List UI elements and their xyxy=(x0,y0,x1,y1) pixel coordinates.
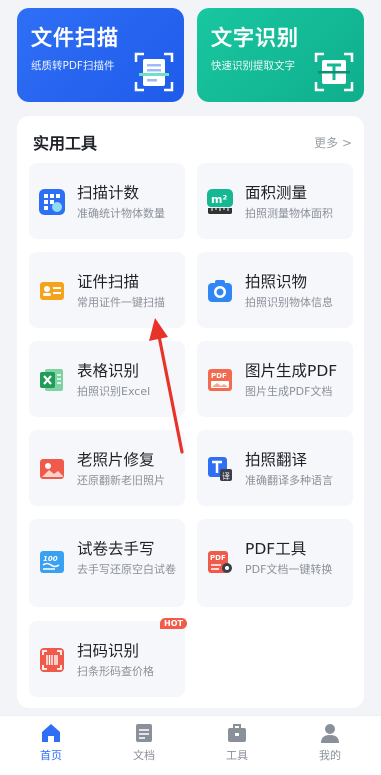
file-scan-title: 文件扫描 xyxy=(31,26,119,50)
tool-name: 扫描计数 xyxy=(77,184,140,202)
svg-text:PDF: PDF xyxy=(210,554,226,562)
text-recognition-card[interactable]: 文字识别 快速识别提取文字 xyxy=(197,8,364,102)
svg-text:100: 100 xyxy=(43,555,58,563)
tool-name: 图片生成PDF xyxy=(245,362,338,380)
nav-documents[interactable]: 文档 xyxy=(114,722,174,763)
nav-profile[interactable]: 我的 xyxy=(300,722,360,763)
nav-label: 我的 xyxy=(319,749,341,762)
tool-desc: 去手写还原空白试卷 xyxy=(77,563,176,576)
tool-name: 扫码识别 xyxy=(77,642,140,660)
tool-scan-count[interactable]: 扫描计数 准确统计物体数量 xyxy=(29,163,185,239)
text-recognition-subtitle: 快速识别提取文字 xyxy=(211,60,295,72)
camera-icon xyxy=(208,280,232,302)
tool-desc: 准确统计物体数量 xyxy=(77,207,165,220)
area-ruler-icon: m² xyxy=(207,189,233,214)
barcode-icon xyxy=(40,648,64,672)
tool-name: 面积测量 xyxy=(245,184,308,202)
tool-area-measure[interactable]: m² 面积测量 拍照测量物体面积 xyxy=(197,163,353,239)
more-tools-link[interactable]: 更多 > xyxy=(314,134,352,151)
tool-desc: PDF文档一键转换 xyxy=(245,563,333,576)
tool-name: 拍照识物 xyxy=(245,273,308,291)
tool-exam-remove-handwriting[interactable]: 100 试卷去手写 去手写还原空白试卷 xyxy=(29,519,185,607)
hot-badge: HOT xyxy=(160,618,187,629)
tool-desc: 拍照识别Excel xyxy=(77,385,151,398)
tool-id-scan[interactable]: 证件扫描 常用证件一键扫描 xyxy=(29,252,185,328)
svg-text:m²: m² xyxy=(211,193,227,206)
text-recognition-title: 文字识别 xyxy=(211,26,299,50)
document-icon xyxy=(136,724,152,742)
photo-restore-icon xyxy=(40,459,64,479)
tool-desc: 图片生成PDF文档 xyxy=(245,385,333,398)
tool-pdf-tools[interactable]: PDF PDF工具 PDF文档一键转换 xyxy=(197,519,353,607)
svg-text:译: 译 xyxy=(222,472,230,481)
translate-icon: 译 xyxy=(208,457,232,481)
tool-photo-translate[interactable]: 译 拍照翻译 准确翻译多种语言 xyxy=(197,430,353,506)
nav-label: 工具 xyxy=(226,749,248,762)
excel-icon xyxy=(40,369,63,391)
tool-name: 试卷去手写 xyxy=(77,540,155,558)
tool-desc: 准确翻译多种语言 xyxy=(245,474,333,487)
tool-desc: 常用证件一键扫描 xyxy=(77,296,165,309)
home-icon xyxy=(42,724,60,742)
tools-section-title: 实用工具 xyxy=(33,134,98,153)
toolbox-icon xyxy=(228,724,246,742)
file-scan-card[interactable]: 文件扫描 纸质转PDF扫描件 xyxy=(17,8,184,102)
scan-document-icon xyxy=(134,52,174,92)
tool-desc: 扫条形码查价格 xyxy=(77,665,154,678)
tool-desc: 拍照测量物体面积 xyxy=(245,207,333,220)
file-scan-subtitle: 纸质转PDF扫描件 xyxy=(31,60,115,72)
tool-name: 表格识别 xyxy=(77,362,140,380)
image-pdf-icon: PDF xyxy=(208,369,232,391)
tool-table-recognition[interactable]: 表格识别 拍照识别Excel xyxy=(29,341,185,417)
tool-desc: 还原翻新老旧照片 xyxy=(77,474,165,487)
tool-name: PDF工具 xyxy=(245,540,307,558)
svg-text:PDF: PDF xyxy=(211,372,227,380)
tool-desc: 拍照识别物体信息 xyxy=(245,296,333,309)
exam-icon: 100 xyxy=(40,551,64,573)
nav-label: 首页 xyxy=(40,749,62,762)
tool-photo-identify[interactable]: 拍照识物 拍照识别物体信息 xyxy=(197,252,353,328)
tool-name: 老照片修复 xyxy=(77,451,155,469)
tools-panel: 实用工具 更多 > 扫描计数 准确统计物体数量 m² 面积测量 拍照测量物体面积 xyxy=(17,116,364,708)
count-grid-icon xyxy=(39,189,65,215)
nav-label: 文档 xyxy=(133,749,155,762)
profile-icon xyxy=(321,724,339,743)
id-card-icon xyxy=(40,282,64,300)
nav-tools[interactable]: 工具 xyxy=(207,722,267,763)
nav-home[interactable]: 首页 xyxy=(21,722,81,763)
tool-image-to-pdf[interactable]: PDF 图片生成PDF 图片生成PDF文档 xyxy=(197,341,353,417)
text-scan-icon xyxy=(314,52,354,92)
bottom-nav: 首页 文档 工具 我的 xyxy=(0,715,381,775)
tool-name: 拍照翻译 xyxy=(245,451,308,469)
tool-old-photo-restore[interactable]: 老照片修复 还原翻新老旧照片 xyxy=(29,430,185,506)
tool-name: 证件扫描 xyxy=(77,273,140,291)
tool-barcode-scan[interactable]: 扫码识别 扫条形码查价格 HOT xyxy=(29,618,187,697)
pdf-tool-icon: PDF xyxy=(208,551,232,573)
